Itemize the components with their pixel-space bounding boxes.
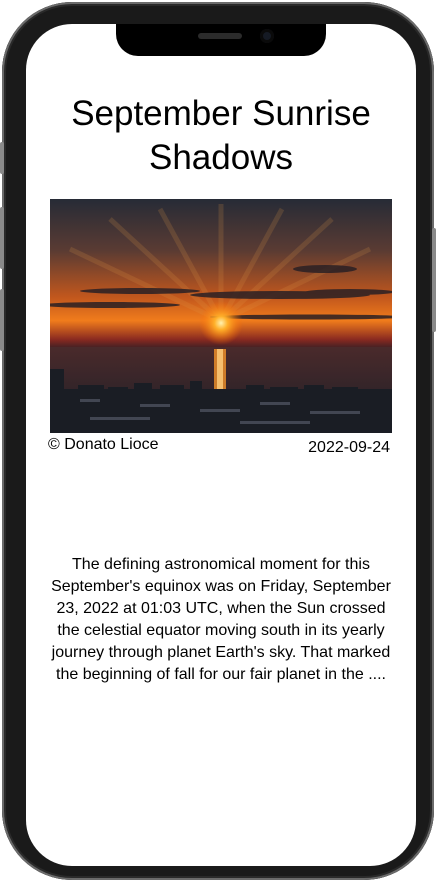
apod-description: The defining astronomical moment for thi…: [51, 556, 391, 683]
volume-down-button: [0, 289, 4, 351]
phone-frame: September Sunrise Shadows © Donato Lioce…: [0, 2, 436, 880]
power-button: [432, 228, 436, 332]
notch: [116, 24, 326, 56]
silent-switch: [0, 142, 4, 174]
apod-image[interactable]: [50, 199, 392, 433]
apod-title: September Sunrise Shadows: [71, 94, 371, 177]
apod-date: 2022-09-24: [308, 439, 390, 456]
volume-up-button: [0, 207, 4, 269]
photo-credit: © Donato Lioce: [48, 436, 159, 453]
speaker-grille: [198, 33, 242, 39]
front-camera-icon: [260, 29, 274, 43]
app-screen: September Sunrise Shadows © Donato Lioce…: [26, 24, 416, 866]
